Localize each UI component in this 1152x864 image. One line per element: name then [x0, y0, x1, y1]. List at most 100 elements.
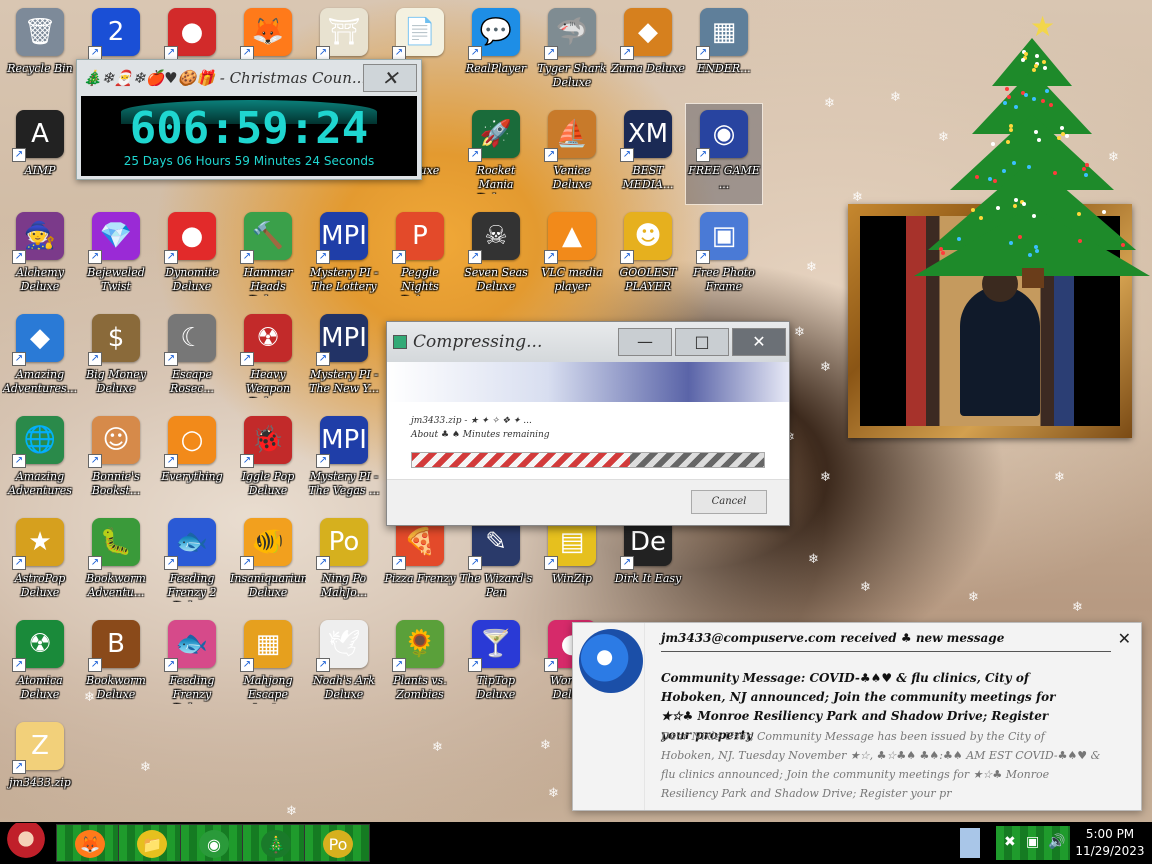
app-icon: 🐛 ↗: [88, 518, 140, 570]
shortcut-arrow-icon: ↗: [240, 250, 254, 264]
desktop-icon-label: Atomica Deluxe: [17, 674, 63, 701]
desktop-icon[interactable]: ○ ↗ Everything: [154, 410, 230, 510]
shortcut-arrow-icon: ↗: [88, 46, 102, 60]
mail-notification-toast[interactable]: jm3433@compuserve.com received ♣ new mes…: [572, 622, 1142, 811]
snowflake-icon: ❄: [1072, 600, 1083, 615]
desktop-icon[interactable]: 🐟↗Feeding Frenzy Deluxe: [154, 614, 230, 714]
desktop-icon[interactable]: B ↗ Bookworm Deluxe: [78, 614, 154, 714]
desktop-icon[interactable]: 🚀↗Rocket Mania Deluxe: [458, 104, 534, 204]
countdown-title: 🎄❄🎅❄🍎♥🍪🎁 - Christmas Coun...: [83, 69, 363, 87]
shortcut-arrow-icon: ↗: [316, 46, 330, 60]
desktop-icon[interactable]: ● ↗ Dynomite Deluxe: [154, 206, 230, 306]
desktop-icon[interactable]: 🐞 ↗ Iggle Pop Deluxe: [230, 410, 306, 510]
cancel-button[interactable]: Cancel: [691, 490, 767, 514]
volume-icon[interactable]: 🔊: [1048, 834, 1065, 850]
countdown-titlebar[interactable]: 🎄❄🎅❄🍎♥🍪🎁 - Christmas Coun... ✕: [77, 60, 421, 96]
notification-close-button[interactable]: ✕: [1118, 629, 1131, 648]
compress-titlebar[interactable]: Compressing... — □ ✕: [387, 322, 789, 362]
desktop-icon[interactable]: 🧙 ↗ Alchemy Deluxe: [2, 206, 78, 306]
desktop-icon[interactable]: ▤ ↗ WinZip: [534, 512, 610, 612]
snowflake-icon: ❄: [860, 580, 871, 595]
desktop-icon[interactable]: Po ↗ Ning Po MahJo...: [306, 512, 382, 612]
christmas-tree-icon: 🎄: [261, 830, 291, 858]
desktop-icon[interactable]: Z ↗ jm3433.zip: [2, 716, 78, 816]
desktop-icon[interactable]: 🔨↗Hammer Heads Deluxe: [230, 206, 306, 306]
taskbar-button-chrome[interactable]: ◉: [180, 824, 246, 862]
desktop-icon[interactable]: ☺ ↗ Bonnie's Bookst...: [78, 410, 154, 510]
desktop-icon[interactable]: XM ↗ BEST MEDIA...: [610, 104, 686, 204]
shortcut-arrow-icon: ↗: [12, 454, 26, 468]
christmas-countdown-window[interactable]: 🎄❄🎅❄🍎♥🍪🎁 - Christmas Coun... ✕ 606:59:24…: [76, 59, 422, 180]
shortcut-arrow-icon: ↗: [620, 556, 634, 570]
desktop-icon[interactable]: ▦ ↗ ENDER...: [686, 2, 762, 102]
system-clock[interactable]: 5:00 PM 11/29/2023: [1072, 826, 1148, 860]
desktop-icon[interactable]: ☠ ↗ Seven Seas Deluxe: [458, 206, 534, 306]
app-icon: Z ↗: [12, 722, 64, 774]
desktop-icon-label: Mystery PI - The Lottery ...: [310, 266, 378, 296]
desktop-icon-label: Amazing Adventures...: [2, 368, 78, 395]
desktop-icon[interactable]: 🕊 ↗ Noah's Ark Deluxe: [306, 614, 382, 714]
desktop-icon[interactable]: A ↗ AIMP: [2, 104, 78, 204]
desktop-icon[interactable]: MPI↗Mystery PI - The Lottery ...: [306, 206, 382, 306]
desktop-icon-label: AIMP: [24, 164, 56, 177]
desktop-icon-label: The Wizard's Pen: [459, 572, 533, 599]
desktop-icon[interactable]: 🌻 ↗ Plants vs. Zombies: [382, 614, 458, 714]
compress-time-remaining: About ♣ ♠ Minutes remaining: [411, 430, 550, 440]
desktop-icon[interactable]: 🐟↗Feeding Frenzy 2 Deluxe: [154, 512, 230, 612]
taskbar-button-christmas-tree[interactable]: 🎄: [242, 824, 308, 862]
desktop-icon[interactable]: 🗑 Recycle Bin: [2, 2, 78, 102]
desktop-icon[interactable]: MPI ↗ Mystery PI - The New Y...: [306, 308, 382, 408]
desktop-icon[interactable]: ☢ ↗ Atomica Deluxe: [2, 614, 78, 714]
desktop-icon[interactable]: ▲ ↗ VLC media player: [534, 206, 610, 306]
monitor-icon[interactable]: ▣: [1026, 834, 1039, 850]
app-icon: 🔨 ↗: [240, 212, 292, 264]
show-desktop-button[interactable]: [960, 828, 980, 858]
desktop-icon[interactable]: ☾ ↗ Escape Rosec...: [154, 308, 230, 408]
desktop-icon[interactable]: ⛵ ↗ Venice Deluxe: [534, 104, 610, 204]
shortcut-arrow-icon: ↗: [468, 556, 482, 570]
desktop-icon[interactable]: ▣ ↗ Free Photo Frame: [686, 206, 762, 306]
desktop-icon[interactable]: 🌐↗Amazing Adventures ...: [2, 410, 78, 510]
countdown-close-button[interactable]: ✕: [363, 64, 417, 92]
winzip-icon: [393, 335, 407, 349]
shortcut-arrow-icon: ↗: [164, 250, 178, 264]
desktop-icon[interactable]: 🐛 ↗ Bookworm Adventu...: [78, 512, 154, 612]
desktop-icon[interactable]: ◉ ↗ FREE GAME ...: [685, 103, 763, 205]
app-icon: MPI ↗: [316, 314, 368, 366]
desktop-icon-label: BEST MEDIA...: [622, 164, 674, 191]
shortcut-arrow-icon: ↗: [468, 250, 482, 264]
taskbar-button-file-explorer[interactable]: 📁: [118, 824, 184, 862]
app-icon: ○ ↗: [164, 416, 216, 468]
desktop-icon-label: Tyger Shark Deluxe: [537, 62, 607, 89]
desktop-icon[interactable]: 🐠 ↗ Insaniquarium Deluxe: [230, 512, 306, 612]
desktop-icon[interactable]: 🍸 ↗ TipTop Deluxe: [458, 614, 534, 714]
close-button[interactable]: ✕: [732, 328, 786, 356]
start-button[interactable]: [2, 823, 50, 863]
network-icon[interactable]: ✖: [1004, 834, 1016, 850]
desktop-icon[interactable]: ☢↗Heavy Weapon Deluxe: [230, 308, 306, 408]
compressing-dialog[interactable]: Compressing... — □ ✕ jm3433.zip - ★ ✦ ✧ …: [386, 321, 790, 526]
app-icon: $ ↗: [88, 314, 140, 366]
desktop-icon[interactable]: 💬 ↗ RealPlayer: [458, 2, 534, 102]
desktop-icon[interactable]: MPI ↗ Mystery PI - The Vegas ...: [306, 410, 382, 510]
desktop-icon[interactable]: 💎 ↗ Bejeweled Twist: [78, 206, 154, 306]
taskbar-button-ning-po[interactable]: Po: [304, 824, 370, 862]
desktop-icon[interactable]: 🦈 ↗ Tyger Shark Deluxe: [534, 2, 610, 102]
desktop-icon-label: Escape Rosec...: [170, 368, 214, 395]
desktop-icon[interactable]: ★ ↗ AstroPop Deluxe: [2, 512, 78, 612]
maximize-button[interactable]: □: [675, 328, 729, 356]
shortcut-arrow-icon: ↗: [544, 148, 558, 162]
desktop-icon[interactable]: ◆ ↗ Amazing Adventures...: [2, 308, 78, 408]
minimize-button[interactable]: —: [618, 328, 672, 356]
desktop-icon[interactable]: ◆ ↗ Zuma Deluxe: [610, 2, 686, 102]
desktop-icon[interactable]: De ↗ Dirk It Easy: [610, 512, 686, 612]
desktop-icon-label: Peggle Nights Deluxe: [401, 266, 440, 296]
system-tray[interactable]: ✖ ▣ 🔊: [996, 826, 1070, 860]
desktop-icon[interactable]: 🍕 ↗ Pizza Frenzy: [382, 512, 458, 612]
desktop-icon[interactable]: ☻ ↗ GOOLEST PLAYER: [610, 206, 686, 306]
desktop-icon[interactable]: ▦↗Mahjong Escape Anci...: [230, 614, 306, 714]
desktop-icon[interactable]: ✎ ↗ The Wizard's Pen: [458, 512, 534, 612]
taskbar-button-firefox[interactable]: 🦊: [56, 824, 122, 862]
desktop-icon[interactable]: P↗Peggle Nights Deluxe: [382, 206, 458, 306]
desktop-icon[interactable]: $ ↗ Big Money Deluxe: [78, 308, 154, 408]
